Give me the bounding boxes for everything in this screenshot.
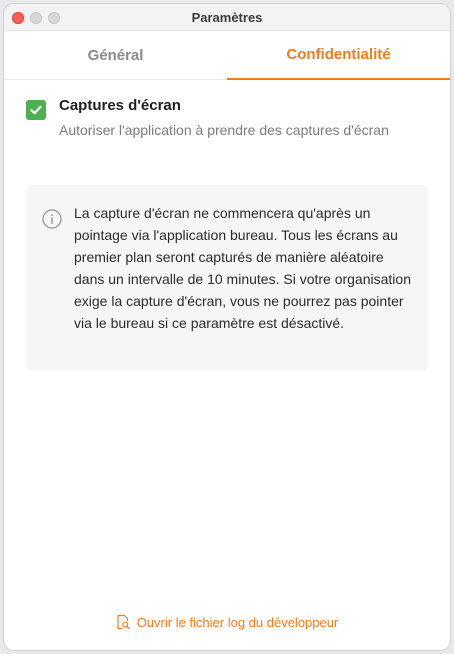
setting-description: Autoriser l'application à prendre des ca…: [59, 122, 389, 138]
checkmark-icon: [30, 105, 42, 115]
info-box: La capture d'écran ne commencera qu'aprè…: [26, 185, 428, 371]
info-text: La capture d'écran ne commencera qu'aprè…: [74, 205, 411, 331]
tab-privacy[interactable]: Confidentialité: [227, 31, 450, 80]
tab-general[interactable]: Général: [4, 31, 227, 79]
title-bar: Paramètres: [4, 4, 450, 31]
tab-bar: Général Confidentialité: [4, 31, 450, 80]
screenshot-checkbox[interactable]: [26, 100, 46, 120]
developer-log-link-label: Ouvrir le fichier log du développeur: [136, 614, 339, 630]
log-file-search-icon: [117, 614, 130, 630]
window-title: Paramètres: [191, 10, 263, 25]
open-developer-log-link[interactable]: Ouvrir le fichier log du développeur: [4, 614, 450, 630]
setting-title: Captures d'écran: [59, 97, 181, 114]
settings-window: Paramètres Général Confidentialité Captu…: [4, 4, 450, 650]
info-icon: [42, 209, 62, 229]
